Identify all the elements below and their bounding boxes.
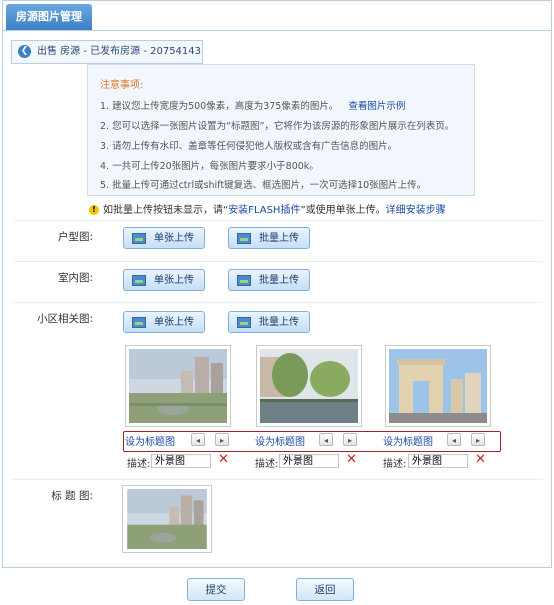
row-interior: 室内图: 单张上传 批量上传	[13, 261, 543, 302]
community-batch-upload-button[interactable]: 批量上传	[228, 311, 310, 333]
move-left-icon[interactable]: ◂	[447, 433, 461, 446]
move-right-icon[interactable]: ▸	[215, 433, 229, 446]
set-title-image-link-3[interactable]: 设为标题图	[383, 433, 433, 448]
description-input-2[interactable]: 外景图	[279, 454, 339, 468]
notice-line-2: 2. 您可以选择一张图片设置为“标题图”，它将作为该房源的形象图片展示在列表页。	[100, 121, 455, 132]
floorplan-single-upload-button[interactable]: 单张上传	[123, 227, 205, 249]
install-steps-link[interactable]: 详细安装步骤	[386, 205, 446, 216]
image-upload-icon	[132, 275, 146, 286]
image-example-link[interactable]: 查看图片示例	[348, 101, 405, 112]
description-label-1: 描述:	[127, 459, 151, 470]
community-photo-3[interactable]	[385, 345, 491, 427]
interior-single-upload-button[interactable]: 单张上传	[123, 269, 205, 291]
title-image-label: 标 题 图:	[51, 490, 93, 502]
description-label-3: 描述:	[383, 459, 407, 470]
image-upload-icon	[237, 317, 251, 328]
tab-bar: 房源图片管理	[3, 1, 551, 31]
notice-title: 注意事项:	[100, 80, 144, 91]
move-left-icon[interactable]: ◂	[191, 433, 205, 446]
title-image-controls-highlight	[123, 431, 501, 452]
delete-icon[interactable]: ✕	[218, 452, 229, 467]
flash-warning: ! 如批量上传按钮未显示，请“安装FLASH插件”或使用单张上传。详细安装步骤	[89, 201, 446, 216]
set-title-image-link-1[interactable]: 设为标题图	[125, 433, 175, 448]
floorplan-label: 户型图:	[57, 231, 93, 243]
community-label: 小区相关图:	[36, 313, 93, 325]
image-upload-icon	[237, 233, 251, 244]
description-label-2: 描述:	[255, 459, 279, 470]
image-upload-icon	[132, 317, 146, 328]
notice-line-1: 1. 建议您上传宽度为500像素，高度为375像素的图片。 查看图片示例	[100, 101, 406, 112]
delete-icon[interactable]: ✕	[346, 452, 357, 467]
back-button[interactable]: 返回	[296, 578, 354, 601]
notice-line-3: 3. 请勿上传有水印、盖章等任何侵犯他人版权或含有广告信息的图片。	[100, 141, 398, 152]
interior-label: 室内图:	[57, 272, 93, 284]
community-photo-1[interactable]	[125, 345, 231, 427]
title-image-thumbnail	[122, 485, 212, 553]
interior-batch-upload-button[interactable]: 批量上传	[228, 269, 310, 291]
set-title-image-link-2[interactable]: 设为标题图	[255, 433, 305, 448]
description-input-3[interactable]: 外景图	[408, 454, 468, 468]
move-left-icon[interactable]: ◂	[319, 433, 333, 446]
image-upload-icon	[132, 233, 146, 244]
image-upload-icon	[237, 275, 251, 286]
warning-icon: !	[89, 205, 99, 215]
notice-box: 注意事项: 1. 建议您上传宽度为500像素，高度为375像素的图片。 查看图片示…	[87, 64, 475, 196]
breadcrumb: ❮ 出售 房源 - 已发布房源 - 20754143	[11, 40, 203, 64]
tab-image-management[interactable]: 房源图片管理	[6, 4, 92, 30]
floorplan-batch-upload-button[interactable]: 批量上传	[228, 227, 310, 249]
move-right-icon[interactable]: ▸	[471, 433, 485, 446]
image-management-panel: 房源图片管理 ❮ 出售 房源 - 已发布房源 - 20754143 注意事项: 1…	[2, 0, 552, 568]
notice-line-5: 5. 批量上传可通过ctrl或shift键复选、框选图片，一次可选择10张图片上…	[100, 180, 427, 191]
move-right-icon[interactable]: ▸	[343, 433, 357, 446]
breadcrumb-text: 出售 房源 - 已发布房源 - 20754143	[37, 46, 202, 57]
description-input-1[interactable]: 外景图	[151, 454, 211, 468]
notice-line-4: 4. 一共可上传20张图片，每张图片要求小于800k。	[100, 161, 319, 172]
row-floorplan: 户型图: 单张上传 批量上传	[13, 220, 543, 261]
community-single-upload-button[interactable]: 单张上传	[123, 311, 205, 333]
delete-icon[interactable]: ✕	[475, 452, 486, 467]
row-title-image: 标 题 图:	[13, 479, 543, 564]
community-photo-2[interactable]	[256, 345, 362, 427]
submit-button[interactable]: 提交	[187, 578, 245, 601]
install-flash-link[interactable]: 安装FLASH插件	[228, 205, 300, 216]
arrow-left-icon[interactable]: ❮	[18, 44, 31, 58]
